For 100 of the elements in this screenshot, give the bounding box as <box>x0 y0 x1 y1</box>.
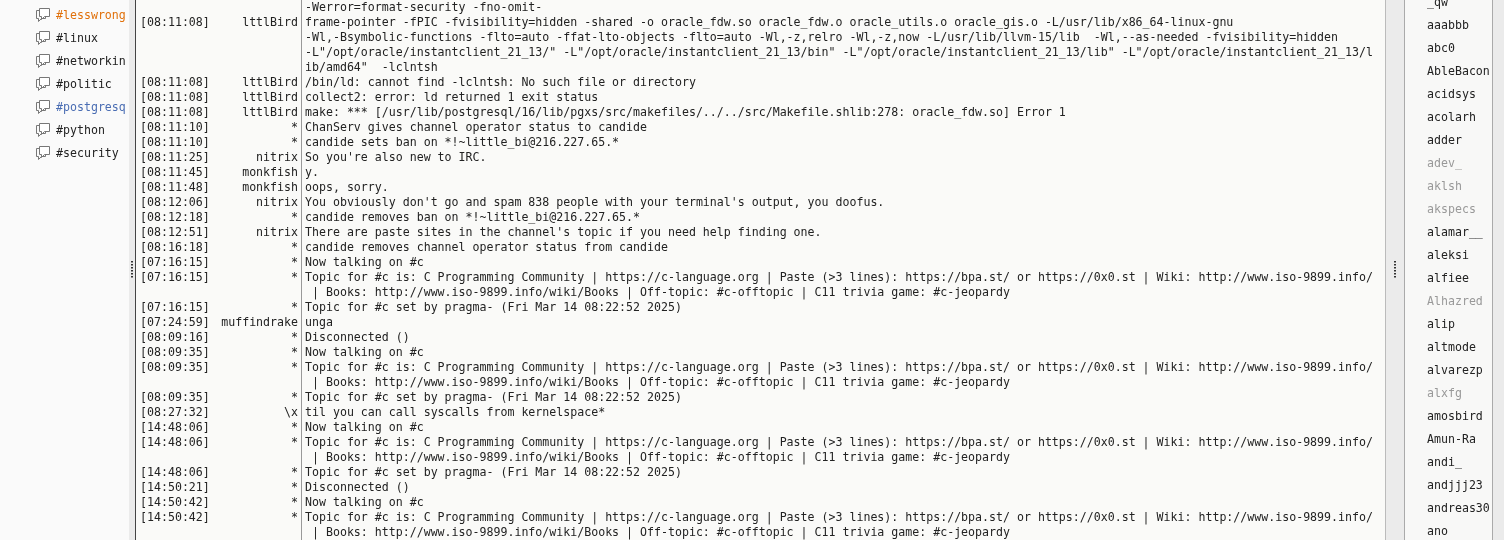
message-text: -Wl,-Bsymbolic-functions -flto=auto -ffat-lto-objects -flto=auto -Wl,-z,relro -Wl,-z,now -L/usr/lib/llvm-15/lib -Wl,--as-needed -fvisibility=hidden <box>305 30 1340 45</box>
message-text: You obviously don't go and spam 838 people with your terminal's output, you doofus. <box>305 195 886 210</box>
nickname: * <box>290 390 298 405</box>
message-text: Topic for #c is: C Programming Community | https://c-language.org | Paste (>3 lines): https://bpa.st/ or https://0x0.st | Wiki: http://www.iso-9899.info/ <box>305 360 1374 375</box>
timestamp: [08:11:08] <box>140 75 210 90</box>
nickname: * <box>290 465 298 480</box>
user-nick[interactable]: ano <box>1427 520 1492 540</box>
message-text: ChanServ gives channel operator status to candide <box>305 120 649 135</box>
user-nick[interactable]: amosbird <box>1427 405 1492 428</box>
message-text: unga <box>305 315 334 330</box>
channel-item[interactable]: #networkin <box>0 49 129 72</box>
message-text: So you're also new to IRC. <box>305 150 488 165</box>
message-text: y. <box>305 165 320 180</box>
timestamp: [08:11:25] <box>140 150 210 165</box>
message-text: candide sets ban on *!~little_bi@216.227.65.* <box>305 135 621 150</box>
nickname: lttlBird <box>241 105 298 120</box>
channel-item[interactable]: #security <box>0 141 129 164</box>
grip-icon[interactable] <box>1393 261 1397 279</box>
message-text: | Books: http://www.iso-9899.info/wiki/Books | Off-topic: #c-offtopic | C11 trivia game: #c-jeopardy <box>310 450 1011 465</box>
chat-bubble-icon <box>35 98 51 115</box>
message-text: Now talking on #c <box>305 345 425 360</box>
grip-icon[interactable] <box>130 261 134 279</box>
timestamp: [07:16:15] <box>140 300 210 315</box>
chat-bubble-icon <box>35 121 51 138</box>
user-nick[interactable]: alvarezp <box>1427 359 1492 382</box>
message-text: | Books: http://www.iso-9899.info/wiki/Books | Off-topic: #c-offtopic | C11 trivia game: #c-jeopardy <box>310 525 1011 540</box>
message-text: | Books: http://www.iso-9899.info/wiki/Books | Off-topic: #c-offtopic | C11 trivia game: #c-jeopardy <box>310 375 1011 390</box>
timestamp: [08:09:35] <box>140 345 210 360</box>
timestamp: [08:12:06] <box>140 195 210 210</box>
user-nick[interactable]: alip <box>1427 313 1492 336</box>
chat-bubble-icon <box>35 144 51 161</box>
timestamp: [07:16:15] <box>140 255 210 270</box>
user-nick[interactable]: alamar__ <box>1427 221 1492 244</box>
message-text: -Werror=format-security -fno-omit- <box>305 0 544 15</box>
nickname: * <box>290 300 298 315</box>
timestamp: [08:11:10] <box>140 120 210 135</box>
message-text: ib/amd64" -lclntsh <box>305 60 439 75</box>
chat-bubble-icon <box>35 29 51 46</box>
timestamp: [08:11:08] <box>140 90 210 105</box>
user-nick[interactable]: acidsys <box>1427 83 1492 106</box>
message-text: Topic for #c is: C Programming Community | https://c-language.org | Paste (>3 lines): https://bpa.st/ or https://0x0.st | Wiki: http://www.iso-9899.info/ <box>305 435 1374 450</box>
user-nick[interactable]: Amun-Ra <box>1427 428 1492 451</box>
timestamp: [14:48:06] <box>140 435 210 451</box>
timestamp: [14:48:06] <box>140 465 210 480</box>
message-text: Disconnected () <box>305 480 411 495</box>
timestamp: [07:16:15] <box>140 270 210 286</box>
chat-bubble-icon <box>35 75 51 92</box>
nickname: * <box>290 480 298 495</box>
user-nick[interactable]: andi_ <box>1427 451 1492 474</box>
timestamp: [14:50:42] <box>140 495 210 510</box>
nickname: nitrix <box>255 150 298 165</box>
timestamp: [08:09:16] <box>140 330 210 345</box>
user-nick[interactable]: aleksi <box>1427 244 1492 267</box>
timestamp: [07:24:59] <box>140 315 210 330</box>
timestamp: [14:50:21] <box>140 480 210 495</box>
chat-bubble-icon <box>35 52 51 69</box>
message-text: -L"/opt/oracle/instantclient_21_13/" -L"/opt/oracle/instantclient_21_13/bin" -L"/opt/oracle/instantclient_21_13/lib" -L"/opt/oracle/instantclient_21_13/l <box>305 45 1374 60</box>
message-text: make: *** [/usr/lib/postgresql/16/lib/pgxs/src/makefiles/../../src/Makefile.shlib:278: oracle_fdw.so] Error 1 <box>305 105 1067 120</box>
user-nick[interactable]: _qw <box>1427 0 1492 14</box>
nickname: * <box>290 270 298 286</box>
message-text: Disconnected () <box>305 330 411 345</box>
user-nick[interactable]: acolarh <box>1427 106 1492 129</box>
nickname: * <box>290 120 298 135</box>
message-text: | Books: http://www.iso-9899.info/wiki/Books | Off-topic: #c-offtopic | C11 trivia game: #c-jeopardy <box>310 285 1011 300</box>
channel-item[interactable]: #python <box>0 118 129 141</box>
timestamp: [08:11:08] <box>140 105 210 120</box>
user-nick[interactable]: andreas30 <box>1427 497 1492 520</box>
timestamp: [08:09:35] <box>140 360 210 376</box>
nickname: * <box>290 135 298 150</box>
timestamp: [14:50:42] <box>140 510 210 526</box>
channel-item[interactable]: #postgresq <box>0 95 129 118</box>
user-nick[interactable]: alfiee <box>1427 267 1492 290</box>
nickname: monkfish <box>241 180 298 195</box>
chat-bubble-icon <box>35 6 51 23</box>
message-text: Topic for #c set by pragma- (Fri Mar 14 08:22:52 2025) <box>305 465 683 480</box>
nickname: * <box>290 255 298 270</box>
user-nick[interactable]: adder <box>1427 129 1492 152</box>
nickname: lttlBird <box>241 90 298 105</box>
nickname: monkfish <box>241 165 298 180</box>
timestamp: [08:11:48] <box>140 180 210 195</box>
message-text: Topic for #c set by pragma- (Fri Mar 14 08:22:52 2025) <box>305 300 683 315</box>
user-nick[interactable]: altmode <box>1427 336 1492 359</box>
channel-item[interactable]: #politic <box>0 72 129 95</box>
nickname: * <box>290 330 298 345</box>
message-text: til you can call syscalls from kernelspace* <box>305 405 607 420</box>
message-text: Now talking on #c <box>305 255 425 270</box>
timestamp: [08:11:45] <box>140 165 210 180</box>
user-nick[interactable]: abc0 <box>1427 37 1492 60</box>
user-nick[interactable]: andjjj23 <box>1427 474 1492 497</box>
message-text: Topic for #c is: C Programming Community | https://c-language.org | Paste (>3 lines): https://bpa.st/ or https://0x0.st | Wiki: http://www.iso-9899.info/ <box>305 270 1374 285</box>
timestamp: [08:11:10] <box>140 135 210 150</box>
channel-item[interactable]: #linux <box>0 26 129 49</box>
nickname: * <box>290 210 298 225</box>
nickname: nitrix <box>255 225 298 240</box>
message-text: Topic for #c is: C Programming Community | https://c-language.org | Paste (>3 lines): https://bpa.st/ or https://0x0.st | Wiki: http://www.iso-9899.info/ <box>305 510 1374 525</box>
timestamp: [08:16:18] <box>140 240 210 255</box>
nickname: * <box>290 495 298 510</box>
user-nick[interactable]: aaabbb <box>1427 14 1492 37</box>
user-nick[interactable]: AbleBacon <box>1427 60 1492 83</box>
message-text: collect2: error: ld returned 1 exit status <box>305 90 600 105</box>
